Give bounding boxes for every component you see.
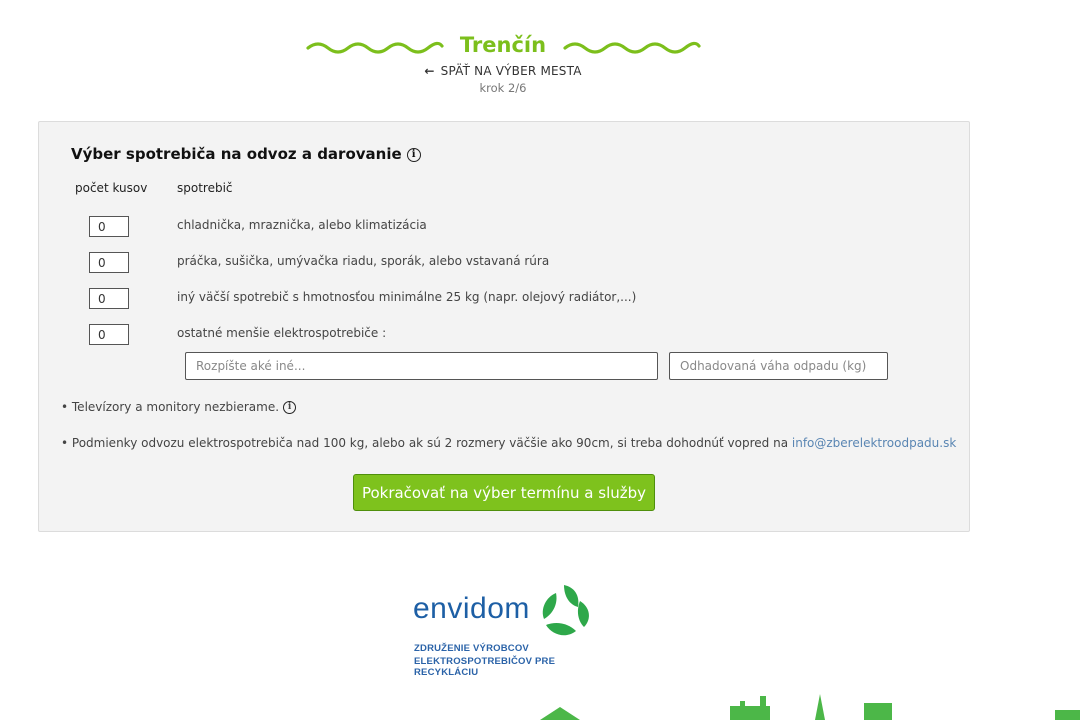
wave-decoration-left-icon bbox=[306, 41, 444, 54]
logo-subtitle-line2: ELEKTROSPOTREBIČOV PRE RECYKLÁCIU bbox=[414, 656, 556, 678]
city-skyline-decoration bbox=[540, 694, 1080, 720]
city-title: Trenčín bbox=[459, 33, 547, 57]
appliance-row: práčka, sušička, umývačka riadu, sporák,… bbox=[39, 252, 969, 274]
column-header-count: počet kusov bbox=[75, 181, 148, 195]
info-icon[interactable]: i bbox=[406, 147, 421, 162]
appliance-row: ostatné menšie elektrospotrebiče : bbox=[39, 324, 969, 346]
appliance-label: práčka, sušička, umývačka riadu, sporák,… bbox=[177, 254, 550, 268]
logo-subtitle-line1: ZDRUŽENIE VÝROBCOV bbox=[414, 643, 529, 654]
note-conditions-text: • Podmienky odvozu elektrospotrebiča nad… bbox=[61, 436, 792, 450]
appliance-label: chladnička, mraznička, alebo klimatizáci… bbox=[177, 218, 427, 232]
note-conditions: • Podmienky odvozu elektrospotrebiča nad… bbox=[61, 436, 956, 450]
note-tv-text: • Televízory a monitory nezbierame. bbox=[61, 400, 280, 414]
note-tv-monitors: • Televízory a monitory nezbierame. i bbox=[61, 400, 297, 414]
quantity-input-washer[interactable] bbox=[89, 252, 129, 273]
appliance-label: ostatné menšie elektrospotrebiče : bbox=[177, 326, 387, 340]
other-appliances-description-input[interactable] bbox=[185, 352, 658, 380]
info-icon[interactable]: i bbox=[283, 401, 297, 414]
quantity-input-large-appliance[interactable] bbox=[89, 288, 129, 309]
contact-email-link[interactable]: info@zberelektroodpadu.sk bbox=[792, 436, 956, 450]
envidom-logo: envidom ZDRUŽENIE VÝROBCOV ELEKTROSPOTRE… bbox=[413, 583, 613, 678]
appliance-selection-card: Výber spotrebiča na odvoz a darovanie i p… bbox=[38, 121, 970, 532]
estimated-weight-input[interactable] bbox=[669, 352, 888, 380]
step-indicator: krok 2/6 bbox=[479, 81, 527, 95]
page-header: Trenčín ← SPÄŤ NA VÝBER MESTA krok 2/6 bbox=[0, 0, 1080, 110]
form-title: Výber spotrebiča na odvoz a darovanie i bbox=[71, 145, 421, 163]
continue-button[interactable]: Pokračovať na výber termínu a služby bbox=[353, 474, 655, 511]
form-title-text: Výber spotrebiča na odvoz a darovanie bbox=[71, 145, 402, 163]
appliance-label: iný väčší spotrebič s hmotnosťou minimál… bbox=[177, 290, 637, 304]
recycle-leaves-icon bbox=[542, 585, 589, 636]
quantity-input-fridge[interactable] bbox=[89, 216, 129, 237]
wave-decoration-right-icon bbox=[563, 41, 701, 54]
logo-wordmark: envidom bbox=[413, 592, 530, 625]
quantity-input-small-appliances[interactable] bbox=[89, 324, 129, 345]
back-link-label: SPÄŤ NA VÝBER MESTA bbox=[440, 64, 582, 78]
appliance-row: chladnička, mraznička, alebo klimatizáci… bbox=[39, 216, 969, 238]
arrow-left-icon: ← bbox=[424, 64, 435, 78]
appliance-row: iný väčší spotrebič s hmotnosťou minimál… bbox=[39, 288, 969, 310]
back-to-city-link[interactable]: ← SPÄŤ NA VÝBER MESTA bbox=[0, 64, 1006, 78]
column-header-appliance: spotrebič bbox=[177, 181, 233, 195]
